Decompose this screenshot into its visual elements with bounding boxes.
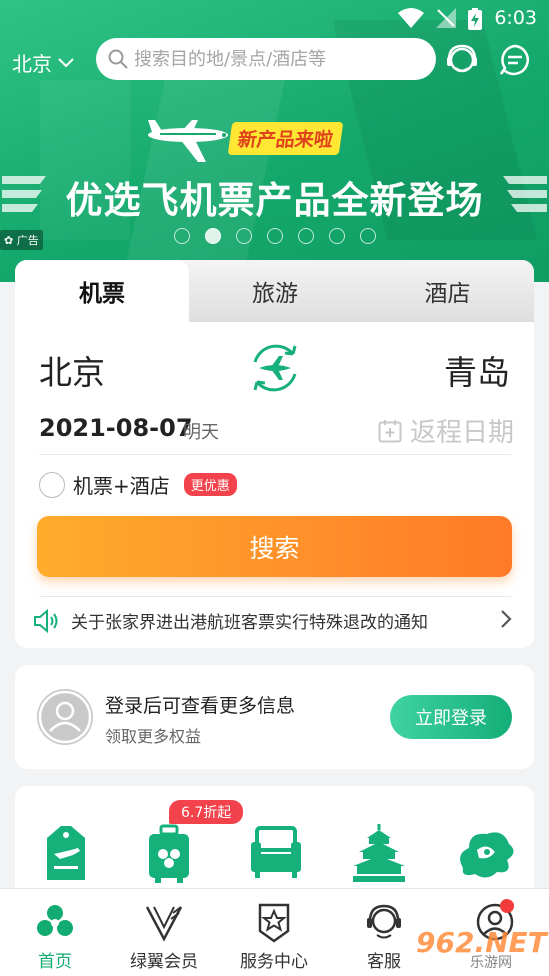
signal-off-icon [436,8,456,28]
login-prompt-card: 登录后可查看更多信息 领取更多权益 立即登录 [15,665,534,769]
carousel-dot-active[interactable] [205,228,221,244]
chevron-down-icon [58,57,74,67]
carousel-dot[interactable] [298,228,314,244]
login-title: 登录后可查看更多信息 [105,695,296,717]
carousel-dot[interactable] [236,228,252,244]
luggage-icon[interactable] [147,824,191,884]
top-bar: 北京 [0,38,549,82]
divider [39,454,511,455]
city-label: 北京 [12,52,52,76]
flight-hotel-option[interactable]: 机票+酒店 更优惠 [39,470,237,499]
divider [39,596,511,597]
announcement-text: 关于张家界进出港航班客票实行特殊退改的通知 [71,613,428,633]
wings-v-icon [145,906,183,942]
home-clover-icon [37,905,73,936]
battery-charging-icon [468,8,482,30]
carousel-dots [174,228,376,244]
departure-day-label: 明天 [183,422,219,443]
return-date-placeholder: 返程日期 [409,418,514,448]
booking-card: 机票 旅游 酒店 北京 青岛 2021-08-07 明天 返程日期 机票+酒店 … [15,260,534,648]
temple-icon[interactable] [351,824,407,884]
new-product-badge: 新产品来啦 [227,122,344,155]
stripes-right-icon [501,176,547,216]
nav-customer-service-label: 客服 [367,952,401,972]
booking-tabs: 机票 旅游 酒店 [15,260,534,322]
auspicious-cloud-icon[interactable] [453,824,519,884]
notification-dot [500,899,514,913]
carousel-dot[interactable] [360,228,376,244]
flight-hotel-radio[interactable] [39,471,65,498]
departure-city[interactable]: 北京 [39,346,105,394]
watermark-sub: 乐游网 [470,955,512,971]
wifi-icon [398,8,424,28]
status-time: 6:03 [494,7,537,29]
headset-icon [367,904,401,939]
login-subtitle: 领取更多权益 [105,727,202,746]
nav-service-center[interactable]: 服务中心 [224,889,324,976]
user-placeholder-icon [38,690,92,744]
announcement-bar[interactable]: 关于张家界进出港航班客票实行特殊退改的通知 [33,608,513,633]
calendar-add-icon [378,419,402,442]
message-icon[interactable] [497,42,533,78]
sofa-icon[interactable] [249,824,303,880]
ad-label: ✿ 广告 [0,230,43,250]
arrival-city[interactable]: 青岛 [444,346,510,394]
ad-label-text: 广告 [16,234,39,247]
nav-home[interactable]: 首页 [5,889,105,976]
city-selector[interactable]: 北京 [12,48,74,77]
search-flights-button[interactable]: 搜索 [37,516,512,577]
nav-membership[interactable]: 绿翼会员 [114,889,214,976]
speaker-icon [34,608,58,633]
login-button[interactable]: 立即登录 [390,695,512,739]
nav-home-label: 首页 [38,952,72,972]
carousel-dot[interactable] [329,228,345,244]
search-input[interactable] [134,48,414,70]
tab-travel[interactable]: 旅游 [189,260,361,322]
discount-badge: 更优惠 [183,473,237,496]
tab-hotel[interactable]: 酒店 [361,260,534,322]
flight-tag-icon[interactable] [43,824,89,884]
nav-membership-label: 绿翼会员 [130,952,198,972]
search-icon [108,49,128,69]
search-bar[interactable] [96,38,436,80]
customer-service-icon[interactable] [444,42,480,78]
carousel-dot[interactable] [174,228,190,244]
discount-badge: 6.7折起 [169,800,244,824]
star-badge-icon [258,903,290,943]
airplane-illustration [146,118,236,172]
departure-date[interactable]: 2021-08-07 [39,414,193,442]
swap-cities-icon[interactable] [247,340,303,396]
flight-hotel-label: 机票+酒店 [73,474,170,498]
banner-headline: 优选飞机票产品全新登场 [65,179,484,222]
return-date-field[interactable]: 返程日期 [378,412,514,449]
carousel-dot[interactable] [267,228,283,244]
tab-flights[interactable]: 机票 [15,260,189,322]
nav-service-center-label: 服务中心 [240,952,308,972]
avatar [37,689,93,745]
status-bar: 6:03 [0,0,549,36]
chevron-right-icon [501,610,512,628]
